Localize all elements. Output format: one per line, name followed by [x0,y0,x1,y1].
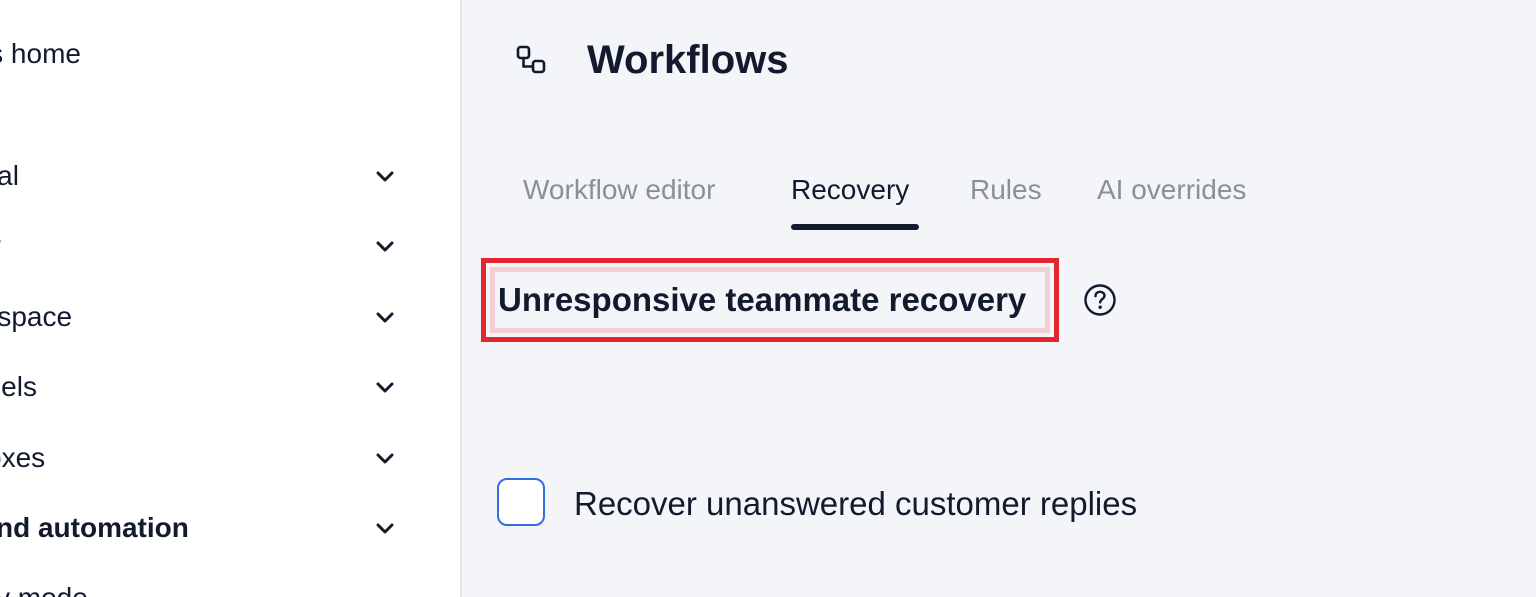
sidebar-item-inboxes[interactable]: oxes [0,436,420,480]
chevron-down-icon [376,312,394,323]
tab-workflow-editor[interactable]: Workflow editor [523,170,715,210]
sidebar-item-label: urity [0,230,1,261]
sidebar-item-label: rkspace [0,301,73,332]
chevron-down-icon [376,241,394,252]
main-content: Workflows Workflow editor Recovery Rules… [462,0,1536,597]
sidebar-item-away-mode[interactable]: y mode [0,576,420,597]
sidebar-item-label: sonal [0,160,19,191]
settings-sidebar: ngs home sonal urity rkspace [0,0,462,597]
chevron-down-icon [376,523,394,534]
sidebar-item-label: oxes [0,442,46,473]
tab-ai-overrides[interactable]: AI overrides [1097,170,1246,210]
chevron-down-icon [376,171,394,182]
sidebar-item-workspace[interactable]: rkspace [0,295,420,339]
sidebar-item-personal[interactable]: sonal [0,154,420,198]
tab-recovery[interactable]: Recovery [791,170,909,210]
active-tab-indicator [791,224,919,230]
sidebar-item-workflows-and-automation[interactable]: nd automation [0,506,420,550]
page-title: Workflows [587,38,789,82]
recover-replies-checkbox[interactable] [497,478,545,526]
workflow-icon [516,45,546,74]
recover-replies-label[interactable]: Recover unanswered customer replies [574,484,1137,524]
chevron-down-icon [376,382,394,393]
section-title: Unresponsive teammate recovery [498,281,1027,318]
tab-rules[interactable]: Rules [970,170,1042,210]
sidebar-item-settings-home[interactable]: ngs home [0,36,81,72]
sidebar-item-label: nd automation [0,512,189,543]
chevron-down-icon [376,453,394,464]
sidebar-item-label: y mode [0,582,88,597]
help-circle-icon[interactable] [1082,282,1118,318]
app-root: ngs home sonal urity rkspace [0,0,1536,597]
sidebar-item-channels[interactable]: nnels [0,365,420,409]
sidebar-item-security[interactable]: urity [0,224,420,268]
sidebar-item-label: nnels [0,371,37,402]
